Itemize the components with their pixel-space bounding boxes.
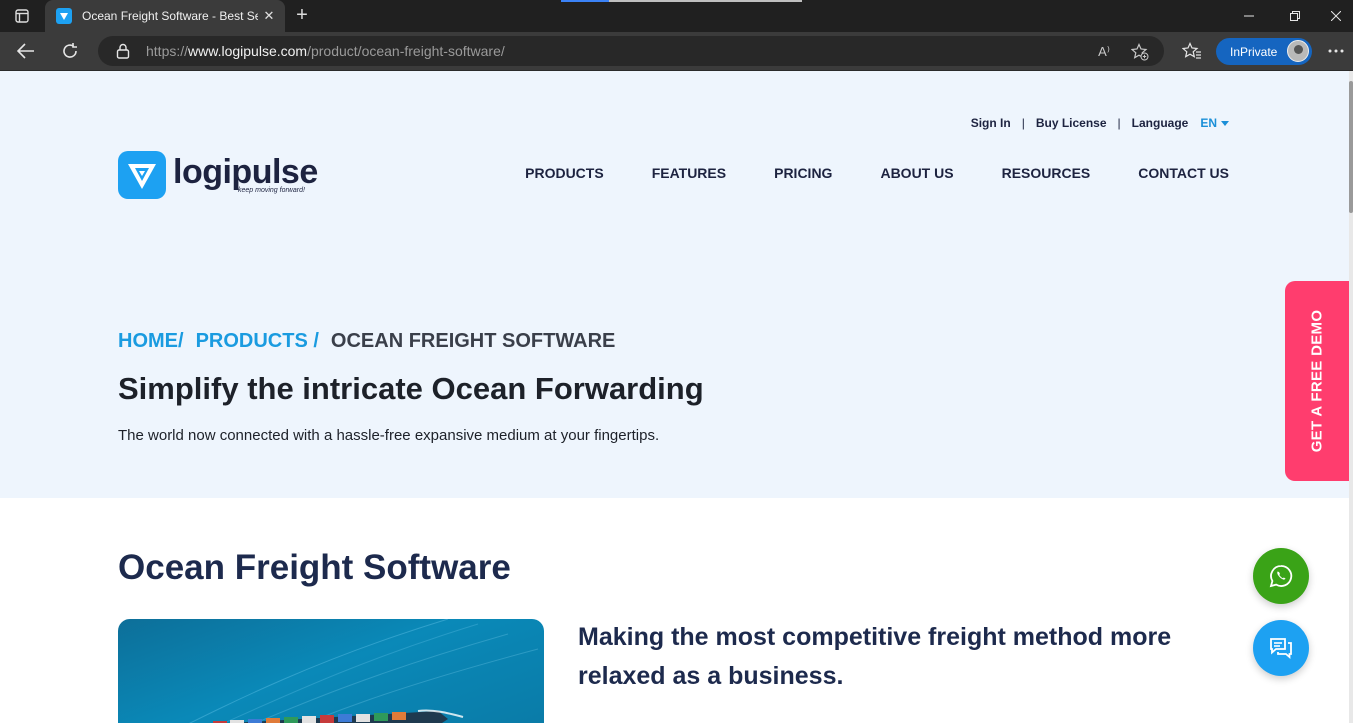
breadcrumb-current: OCEAN FREIGHT SOFTWARE <box>330 330 616 352</box>
buy-license-link[interactable]: Buy License <box>1036 116 1107 130</box>
address-bar[interactable]: https://www.logipulse.com/product/ocean-… <box>98 36 1164 66</box>
breadcrumb-products[interactable]: PRODUCTS / <box>196 330 319 353</box>
read-aloud-icon[interactable]: A⁾ <box>1094 42 1114 62</box>
hero-title: Simplify the intricate Ocean Forwarding <box>118 371 704 406</box>
url-path: /product/ocean-freight-software/ <box>307 43 505 59</box>
demo-label: GET A FREE DEMO <box>1308 309 1326 453</box>
favorite-add-icon[interactable] <box>1130 42 1150 62</box>
logo-mark-icon <box>118 151 166 199</box>
language-label: Language <box>1131 116 1189 130</box>
nav-resources[interactable]: RESOURCES <box>1002 165 1091 181</box>
browser-titlebar: Ocean Freight Software - Best Se ✕ + <box>0 0 1353 32</box>
ocean-ship-image <box>118 619 544 723</box>
hero-section: Sign In | Buy License | Language EN logi… <box>0 71 1353 498</box>
back-icon[interactable] <box>11 36 41 66</box>
more-icon[interactable] <box>1324 39 1348 63</box>
minimize-icon[interactable] <box>1226 0 1272 32</box>
tab-title: Ocean Freight Software - Best Se <box>82 9 258 23</box>
hero-subtitle: The world now connected with a hassle-fr… <box>118 427 660 444</box>
browser-tab[interactable]: Ocean Freight Software - Best Se ✕ <box>45 0 285 32</box>
lock-icon[interactable] <box>116 43 132 59</box>
new-tab-icon[interactable]: + <box>290 4 314 28</box>
language-value: EN <box>1200 116 1217 130</box>
chevron-down-icon <box>1221 120 1229 126</box>
web-page: Sign In | Buy License | Language EN logi… <box>0 71 1353 723</box>
nav-contact-us[interactable]: CONTACT US <box>1138 165 1229 181</box>
whatsapp-button[interactable] <box>1253 548 1309 604</box>
logo-tagline: keep moving forward! <box>238 187 305 194</box>
logipulse-favicon-icon <box>56 8 72 24</box>
refresh-icon[interactable] <box>55 36 85 66</box>
sign-in-link[interactable]: Sign In <box>971 116 1011 130</box>
language-selector[interactable]: EN <box>1200 116 1229 130</box>
url-text[interactable]: https://www.logipulse.com/product/ocean-… <box>146 43 505 59</box>
breadcrumb-home[interactable]: HOME/ <box>118 330 184 353</box>
logipulse-logo[interactable]: logipulse keep moving forward! <box>118 151 318 201</box>
url-prefix: https:// <box>146 43 189 59</box>
browser-toolbar: https://www.logipulse.com/product/ocean-… <box>0 32 1353 71</box>
loading-indicator-track <box>609 0 802 2</box>
nav-products[interactable]: PRODUCTS <box>525 165 604 181</box>
favorites-icon[interactable] <box>1180 39 1204 63</box>
nav-pricing[interactable]: PRICING <box>774 165 832 181</box>
url-host: www.logipulse.com <box>188 43 308 59</box>
section-title: Ocean Freight Software <box>118 548 511 587</box>
whatsapp-icon <box>1269 565 1293 588</box>
page-scrollbar[interactable] <box>1349 71 1353 723</box>
close-window-icon[interactable] <box>1318 0 1353 32</box>
feature-heading: Making the most competitive freight meth… <box>578 623 1172 690</box>
nav-about-us[interactable]: ABOUT US <box>880 165 953 181</box>
loading-indicator <box>561 0 609 2</box>
tab-close-icon[interactable]: ✕ <box>261 8 277 24</box>
breadcrumb: HOME/ PRODUCTS / OCEAN FREIGHT SOFTWARE <box>118 330 615 353</box>
top-links: Sign In | Buy License | Language EN <box>971 116 1229 130</box>
inprivate-label: InPrivate <box>1230 44 1278 59</box>
separator: | <box>1117 116 1121 130</box>
get-free-demo-button[interactable]: GET A FREE DEMO <box>1285 281 1349 481</box>
restore-icon[interactable] <box>1272 0 1318 32</box>
separator: | <box>1021 116 1025 130</box>
chat-icon <box>1270 638 1292 659</box>
inprivate-button[interactable]: InPrivate <box>1216 38 1312 65</box>
live-chat-button[interactable] <box>1253 620 1309 676</box>
window-menu-icon[interactable] <box>8 4 36 28</box>
main-nav: PRODUCTS FEATURES PRICING ABOUT US RESOU… <box>477 165 1229 181</box>
nav-features[interactable]: FEATURES <box>652 165 726 181</box>
profile-avatar <box>1287 40 1309 62</box>
scrollbar-thumb[interactable] <box>1349 81 1353 213</box>
